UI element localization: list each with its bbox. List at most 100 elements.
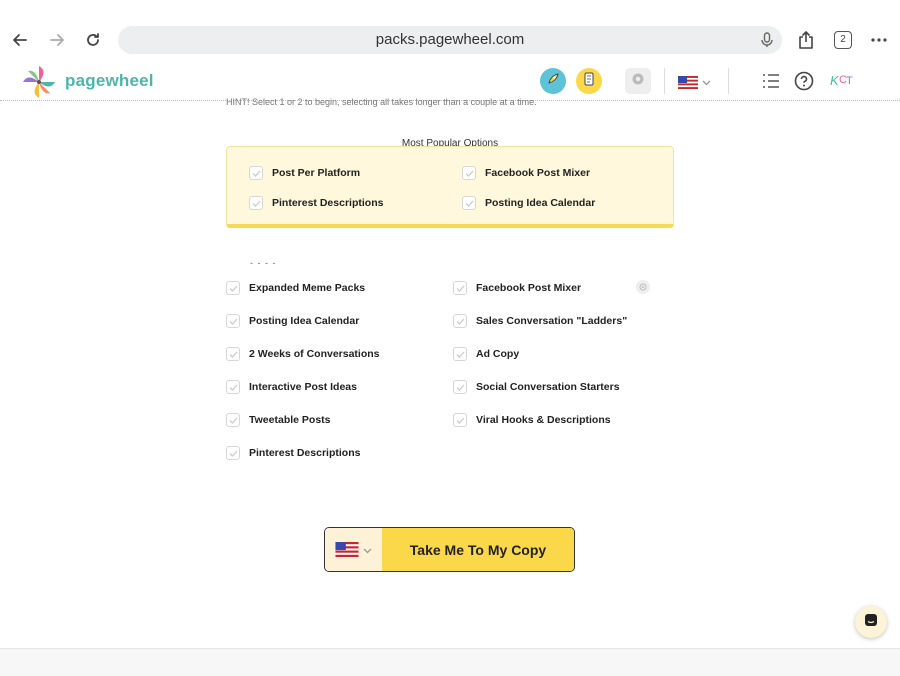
section-dashes: - - - - (250, 258, 277, 268)
svg-text:T: T (846, 75, 853, 87)
option-item[interactable]: Viral Hooks & Descriptions (453, 413, 611, 427)
help-icon[interactable] (794, 71, 814, 96)
notes-icon (583, 72, 595, 91)
header-divider (664, 68, 665, 94)
option-item[interactable]: Ad Copy (453, 347, 519, 361)
checkbox[interactable] (462, 166, 476, 180)
us-flag-icon (335, 542, 359, 557)
checkmark-icon (465, 200, 473, 207)
option-item[interactable]: Facebook Post Mixer (453, 281, 581, 295)
checkbox[interactable] (249, 196, 263, 210)
chevron-down-icon (702, 73, 711, 91)
user-avatar-icon[interactable]: KCT (830, 71, 854, 94)
checkmark-icon (456, 417, 464, 424)
option-label: Post Per Platform (272, 167, 361, 179)
browser-toolbar: packs.pagewheel.com 2 (0, 0, 900, 62)
hint-text: HINT! Select 1 or 2 to begin, selecting … (226, 97, 537, 107)
reload-icon[interactable] (81, 28, 105, 52)
checkmark-icon (229, 384, 237, 391)
checkbox[interactable] (453, 413, 467, 427)
checkmark-icon (456, 318, 464, 325)
checkbox[interactable] (462, 196, 476, 210)
option-label: Facebook Post Mixer (476, 282, 582, 294)
checkmark-icon (229, 351, 237, 358)
checkbox[interactable] (453, 281, 467, 295)
option-item[interactable]: Interactive Post Ideas (226, 380, 357, 394)
option-label: Pinterest Descriptions (272, 197, 384, 209)
option-settings-icon[interactable] (636, 280, 650, 294)
chat-icon (864, 613, 878, 632)
option-item[interactable]: Social Conversation Starters (453, 380, 620, 394)
checkmark-icon (456, 351, 464, 358)
checkbox[interactable] (453, 380, 467, 394)
share-icon[interactable] (794, 28, 818, 52)
rocket-icon (546, 72, 560, 91)
option-label: Facebook Post Mixer (485, 167, 591, 179)
take-me-to-my-copy-button[interactable]: Take Me To My Copy (382, 528, 574, 571)
popular-option[interactable]: Post Per Platform (249, 166, 360, 180)
checkmark-icon (229, 417, 237, 424)
option-item[interactable]: Sales Conversation "Ladders" (453, 314, 627, 328)
checkmark-icon (456, 384, 464, 391)
option-item[interactable]: Expanded Meme Packs (226, 281, 365, 295)
logo-text[interactable]: pagewheel (65, 71, 154, 91)
url-text: packs.pagewheel.com (375, 31, 525, 48)
gear-icon (631, 72, 645, 91)
checkbox[interactable] (226, 281, 240, 295)
back-arrow-icon[interactable] (8, 28, 32, 52)
checkbox[interactable] (226, 314, 240, 328)
popular-options-box: Post Per Platform Facebook Post Mixer Pi… (226, 146, 674, 228)
option-label: Pinterest Descriptions (249, 447, 361, 459)
option-item[interactable]: Pinterest Descriptions (226, 446, 360, 460)
rocket-button[interactable] (540, 68, 566, 94)
option-label: Posting Idea Calendar (249, 315, 360, 327)
checkmark-icon (252, 200, 260, 207)
option-label: Posting Idea Calendar (485, 197, 596, 209)
address-bar[interactable]: packs.pagewheel.com (118, 26, 782, 54)
checkbox[interactable] (226, 380, 240, 394)
cta-language-selector[interactable] (325, 528, 382, 571)
popular-option[interactable]: Facebook Post Mixer (462, 166, 590, 180)
chevron-down-icon (363, 541, 372, 559)
language-selector[interactable] (678, 73, 711, 91)
option-label: Viral Hooks & Descriptions (476, 414, 611, 426)
option-label: Tweetable Posts (249, 414, 331, 426)
option-label: Social Conversation Starters (476, 381, 620, 393)
tab-switcher-button[interactable]: 2 (834, 31, 852, 49)
checkmark-icon (456, 285, 464, 292)
checkmark-icon (252, 170, 260, 177)
popular-option[interactable]: Posting Idea Calendar (462, 196, 595, 210)
option-item[interactable]: Tweetable Posts (226, 413, 331, 427)
browser-bottom-bar (0, 648, 900, 676)
checkbox[interactable] (453, 314, 467, 328)
popular-option[interactable]: Pinterest Descriptions (249, 196, 383, 210)
option-label: 2 Weeks of Conversations (249, 348, 380, 360)
checkmark-icon (465, 170, 473, 177)
checkmark-icon (229, 450, 237, 457)
checkbox[interactable] (453, 347, 467, 361)
header-divider (728, 68, 729, 94)
notes-button[interactable] (576, 68, 602, 94)
chat-launcher-button[interactable] (855, 606, 887, 638)
settings-button[interactable] (625, 68, 651, 94)
option-item[interactable]: 2 Weeks of Conversations (226, 347, 380, 361)
take-me-to-my-copy-button-group: Take Me To My Copy (324, 527, 575, 572)
microphone-icon[interactable] (760, 32, 774, 53)
option-label: Sales Conversation "Ladders" (476, 315, 628, 327)
site-header: pagewheel KCT (0, 62, 900, 101)
option-label: Interactive Post Ideas (249, 381, 357, 393)
option-item[interactable]: Posting Idea Calendar (226, 314, 359, 328)
checkbox[interactable] (226, 446, 240, 460)
more-options-icon[interactable] (867, 28, 891, 52)
checkbox[interactable] (226, 413, 240, 427)
checkmark-icon (229, 318, 237, 325)
pinwheel-logo-icon[interactable] (20, 63, 58, 106)
checkbox[interactable] (249, 166, 263, 180)
us-flag-icon (678, 75, 698, 89)
checkbox[interactable] (226, 347, 240, 361)
list-menu-icon[interactable] (762, 73, 780, 94)
option-label: Ad Copy (476, 348, 520, 360)
checkmark-icon (229, 285, 237, 292)
option-label: Expanded Meme Packs (249, 282, 366, 294)
forward-arrow-icon[interactable] (45, 28, 69, 52)
